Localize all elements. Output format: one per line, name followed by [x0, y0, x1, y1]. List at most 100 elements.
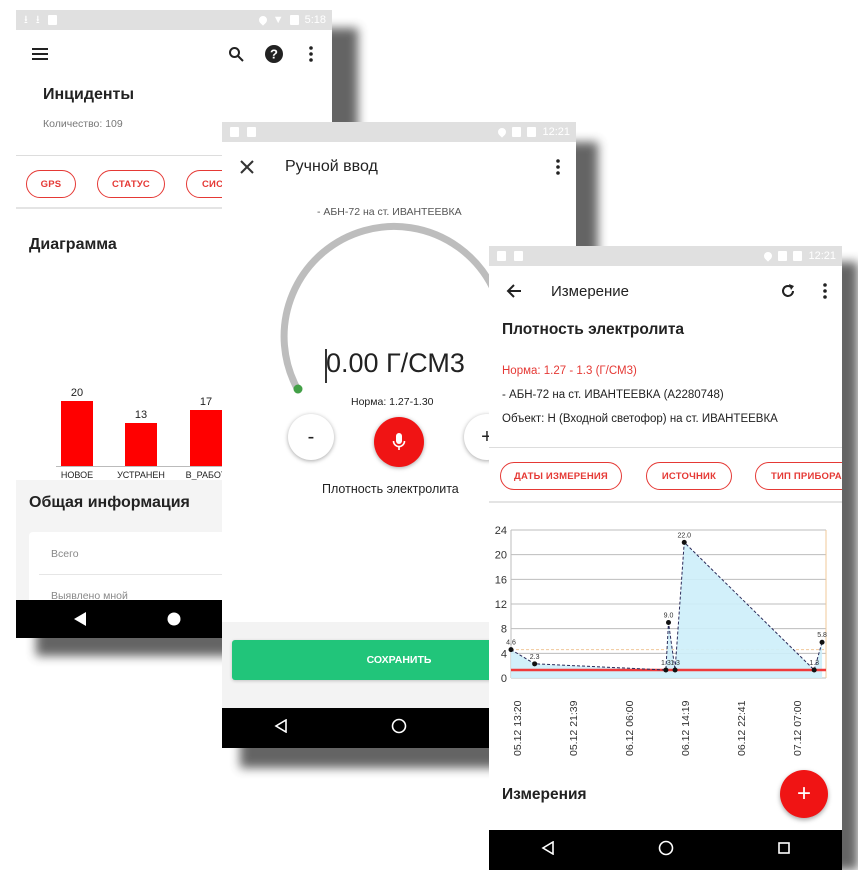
divider — [489, 501, 842, 503]
object-text: Объект: Н (Входной светофор) на ст. ИВАН… — [502, 413, 778, 425]
data-point-label: 5.8 — [817, 632, 827, 639]
svg-text:?: ? — [270, 47, 278, 62]
wifi-icon: ▼ — [272, 14, 284, 26]
y-tick-label: 16 — [495, 574, 507, 586]
data-point-label: 9.0 — [664, 613, 674, 620]
more-vert-icon[interactable] — [301, 42, 321, 66]
page-title: Измерение — [551, 283, 630, 300]
back-nav-icon[interactable] — [541, 840, 555, 860]
x-tick-label: 05.12 21:39 — [568, 700, 580, 756]
device-subtitle: - АБН-72 на ст. ИВАНТЕЕВКА — [317, 206, 462, 218]
norm-text: Норма: 1.27 - 1.3 (Г/СМ3) — [502, 365, 637, 377]
data-point — [532, 661, 538, 667]
x-tick-label: 06.12 06:00 — [624, 700, 636, 756]
data-point-label: 1.3 — [809, 660, 819, 667]
battery-icon — [289, 15, 299, 25]
filter-source-button[interactable]: ИСТОЧНИК — [646, 462, 732, 490]
sd-card-icon — [47, 15, 57, 25]
y-tick-label: 24 — [495, 525, 507, 537]
measurement-chart: 048121620244.62.31.39.01.322.01.35.805.1… — [495, 525, 827, 756]
decrement-button[interactable]: - — [288, 414, 334, 460]
android-icon — [247, 127, 256, 137]
data-point-label: 1.3 — [670, 660, 680, 667]
x-tick-label: 06.12 22:41 — [736, 700, 748, 756]
location-icon — [257, 14, 269, 26]
info-row-total: Всего — [51, 548, 79, 560]
status-bar: 12:21 — [222, 122, 576, 142]
home-nav-icon[interactable] — [391, 718, 407, 739]
bar-1 — [125, 423, 157, 466]
refresh-icon[interactable] — [777, 280, 799, 302]
measurements-title: Измерения — [502, 786, 587, 803]
data-point — [819, 639, 825, 645]
y-tick-label: 4 — [501, 648, 507, 660]
status-time: 12:21 — [542, 126, 570, 138]
diagram-title: Диаграмма — [29, 236, 117, 253]
home-nav-icon[interactable] — [167, 612, 181, 631]
download-icon: ⭳ — [24, 13, 28, 26]
filter-dates-button[interactable]: ДАТЫ ИЗМЕРЕНИЯ — [500, 462, 622, 490]
menu-icon[interactable] — [28, 42, 52, 66]
home-nav-icon[interactable] — [658, 840, 674, 861]
voice-input-button[interactable] — [374, 417, 424, 467]
status-bar: ⭳ ⭳ ▼ 5:18 — [16, 10, 332, 30]
y-tick-label: 20 — [495, 550, 507, 562]
filter-gps-button[interactable]: GPS — [26, 170, 76, 198]
recents-nav-icon[interactable] — [778, 841, 790, 859]
nav-bar — [489, 830, 842, 870]
filter-status-button[interactable]: СТАТУС — [97, 170, 165, 198]
parameter-title: Плотность электролита — [502, 321, 685, 338]
battery-icon — [527, 127, 537, 137]
data-point — [508, 647, 514, 653]
download-icon: ⭳ — [35, 13, 40, 26]
status-time: 5:18 — [304, 14, 326, 26]
bar-value-label: 13 — [134, 409, 148, 422]
android-icon — [514, 251, 523, 261]
screen-measurement: 12:21 Измерение Плотность электролита Но… — [489, 246, 842, 870]
bar-baseline — [56, 466, 236, 467]
location-icon — [762, 250, 775, 262]
status-time: 12:21 — [808, 250, 836, 262]
bar-0 — [61, 400, 93, 466]
count-label: Количество: 109 — [43, 118, 123, 130]
battery-icon — [793, 251, 803, 261]
signal-icon — [512, 127, 522, 137]
data-point — [811, 667, 817, 673]
bar-category-label: НОВОЕ — [60, 470, 94, 480]
back-arrow-icon[interactable] — [503, 280, 525, 302]
data-point — [681, 539, 687, 545]
bar-2 — [190, 410, 222, 466]
y-tick-label: 8 — [501, 624, 507, 636]
help-icon[interactable]: ? — [262, 42, 286, 66]
data-point-label: 2.3 — [530, 654, 540, 661]
back-nav-icon[interactable] — [274, 718, 288, 738]
page-title: Ручной ввод — [285, 158, 378, 175]
more-vert-icon[interactable] — [815, 280, 835, 302]
close-icon[interactable] — [236, 156, 258, 178]
y-tick-label: 12 — [495, 599, 507, 611]
data-point-label: 4.6 — [506, 640, 516, 647]
more-vert-icon[interactable] — [548, 156, 568, 178]
data-point — [663, 667, 669, 673]
data-point — [672, 667, 678, 673]
filter-device-type-button[interactable]: ТИП ПРИБОРА — [755, 462, 842, 490]
data-point — [666, 620, 671, 625]
search-icon[interactable] — [224, 42, 248, 66]
device-text: - АБН-72 на ст. ИВАНТЕЕВКА (А2280748) — [502, 389, 724, 401]
x-tick-label: 06.12 14:19 — [680, 700, 692, 756]
info-title: Общая информация — [29, 494, 190, 511]
parameter-label: Плотность электролита — [322, 482, 459, 496]
sd-card-icon — [230, 127, 239, 137]
page-title: Инциденты — [43, 86, 135, 103]
back-nav-icon[interactable] — [74, 612, 86, 631]
x-tick-label: 05.12 13:20 — [512, 700, 524, 756]
sd-card-icon — [497, 251, 506, 261]
signal-icon — [778, 251, 788, 261]
value-input[interactable]: 0.00 Г/СМ3 — [326, 348, 465, 379]
y-tick-label: 0 — [501, 673, 507, 685]
bar-value-label: 17 — [199, 396, 213, 409]
x-tick-label: 07.12 07:00 — [792, 700, 804, 756]
norm-label: Норма: 1.27-1.30 — [351, 396, 434, 408]
add-measurement-button[interactable]: + — [780, 770, 828, 818]
location-icon — [496, 126, 509, 138]
